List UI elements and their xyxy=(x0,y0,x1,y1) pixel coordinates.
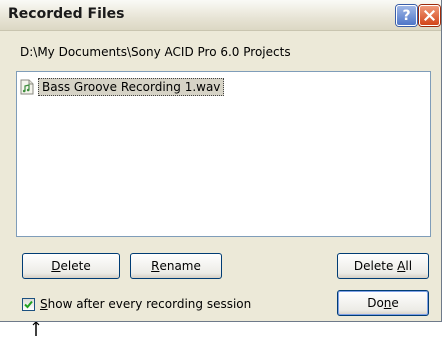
rename-mnemonic: R xyxy=(151,259,160,273)
audio-file-icon xyxy=(20,79,34,95)
title-bar[interactable]: Recorded Files ? xyxy=(0,0,441,31)
show-after-recording-option[interactable]: Show after every recording session xyxy=(22,297,251,311)
recorded-files-list[interactable]: Bass Groove Recording 1.wav xyxy=(16,71,431,237)
show-after-recording-label-post: how after every recording session xyxy=(47,297,252,311)
delete-all-label-pre: Delete xyxy=(353,259,398,273)
text-cursor-icon xyxy=(26,321,46,336)
delete-button[interactable]: Delete xyxy=(22,253,120,279)
done-label-post: e xyxy=(391,296,399,310)
delete-mnemonic: D xyxy=(51,259,61,273)
dialog-title: Recorded Files xyxy=(8,6,125,22)
show-after-recording-mnemonic: S xyxy=(40,297,48,311)
done-button[interactable]: Do n e xyxy=(337,290,429,316)
file-name: Bass Groove Recording 1.wav xyxy=(38,78,225,96)
question-mark-icon: ? xyxy=(402,7,411,24)
close-button[interactable] xyxy=(419,5,440,26)
delete-all-label-post: ll xyxy=(405,259,413,273)
delete-all-mnemonic: A xyxy=(397,259,406,273)
done-mnemonic: n xyxy=(383,296,392,310)
done-label-pre: Do xyxy=(367,296,384,310)
recorded-files-dialog: Recorded Files ? D:\My Documents\Sony AC… xyxy=(0,0,442,322)
rename-button[interactable]: Rename xyxy=(130,253,222,279)
help-button[interactable]: ? xyxy=(396,5,417,26)
show-after-recording-checkbox[interactable] xyxy=(22,297,35,311)
delete-all-button[interactable]: Delete All xyxy=(337,253,429,279)
delete-label-post: elete xyxy=(60,259,91,273)
show-after-recording-label: Show after every recording session xyxy=(40,297,251,311)
list-item[interactable]: Bass Groove Recording 1.wav xyxy=(20,78,225,96)
folder-path: D:\My Documents\Sony ACID Pro 6.0 Projec… xyxy=(20,45,291,59)
rename-label-post: ename xyxy=(159,259,201,273)
close-icon xyxy=(424,10,435,21)
checkmark-icon xyxy=(24,300,33,308)
